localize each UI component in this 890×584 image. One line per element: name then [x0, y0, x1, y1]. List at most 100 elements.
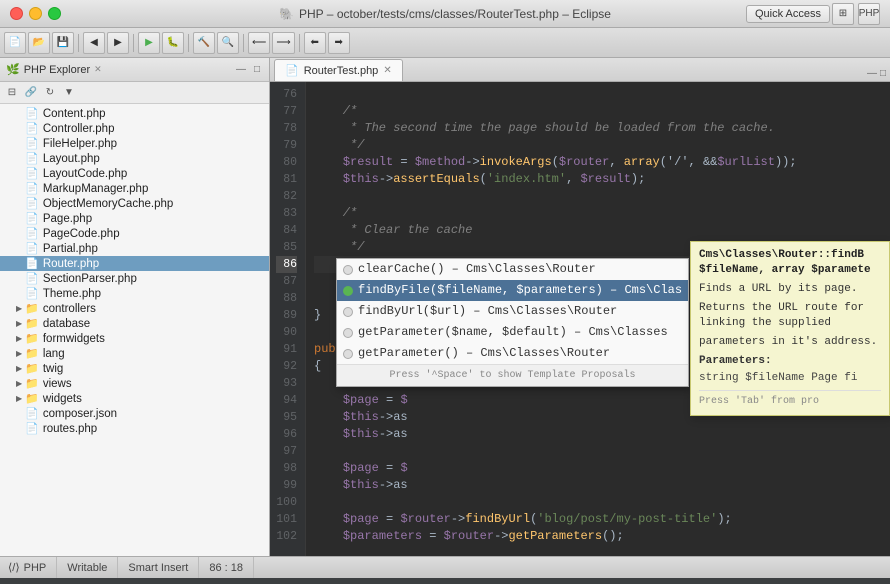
insert-mode-label: Smart Insert	[128, 562, 188, 574]
folder-icon: 📁	[25, 302, 39, 315]
code-editor[interactable]: 76 77 78 79 80 81 82 83 84 85 86 87 88 8…	[270, 82, 890, 556]
nav-next-button[interactable]: ➡	[328, 32, 350, 54]
autocomplete-label-1: findByFile($fileName, $parameters) – Cms…	[358, 282, 682, 299]
tab-close-button[interactable]: ✕	[383, 65, 391, 76]
maximize-editor-btn[interactable]: □	[880, 68, 886, 79]
autocomplete-item-4[interactable]: getParameter() – Cms\Classes\Router	[337, 343, 688, 364]
separator-1	[78, 34, 79, 52]
status-bar: ⟨/⟩ PHP Writable Smart Insert 86 : 18	[0, 556, 890, 578]
tree-item-views[interactable]: ▶📁views	[0, 376, 269, 391]
tab-php-icon: 📄	[285, 64, 299, 77]
php-explorer-icon: 🌿	[6, 63, 20, 76]
tree-item-FileHelper-php[interactable]: ▶📄FileHelper.php	[0, 136, 269, 151]
left-panel-toolbar: ⊟ 🔗 ↻ ▼	[0, 82, 269, 104]
separator-4	[243, 34, 244, 52]
tree-item-formwidgets[interactable]: ▶📁formwidgets	[0, 331, 269, 346]
minimize-editor-btn[interactable]: —	[867, 68, 877, 79]
tree-item-composer-json[interactable]: ▶📄composer.json	[0, 406, 269, 421]
tree-item-label: Page.php	[43, 213, 92, 225]
tree-item-twig[interactable]: ▶📁twig	[0, 361, 269, 376]
forward-button[interactable]: ▶	[107, 32, 129, 54]
tree-item-Layout-php[interactable]: ▶📄Layout.php	[0, 151, 269, 166]
autocomplete-label-4: getParameter() – Cms\Classes\Router	[358, 345, 610, 362]
autocomplete-item-3[interactable]: getParameter($name, $default) – Cms\Clas…	[337, 322, 688, 343]
right-panel: 📄 RouterTest.php ✕ — □ 76 77 78 79 80 81	[270, 58, 890, 556]
tree-item-Router-php[interactable]: ▶📄Router.php	[0, 256, 269, 271]
nav-prev-button[interactable]: ⬅	[304, 32, 326, 54]
tree-item-Partial-php[interactable]: ▶📄Partial.php	[0, 241, 269, 256]
tree-item-PageCode-php[interactable]: ▶📄PageCode.php	[0, 226, 269, 241]
open-button[interactable]: 📂	[28, 32, 50, 54]
code-line-102: $parameters = $router->getParameters();	[314, 528, 882, 545]
left-panel-controls: — □	[233, 63, 263, 76]
close-button[interactable]	[10, 7, 23, 20]
code-line-100	[314, 494, 882, 511]
autocomplete-item-2[interactable]: findByUrl($url) – Cms\Classes\Router	[337, 301, 688, 322]
minimize-button[interactable]	[29, 7, 42, 20]
tree-item-label: routes.php	[43, 423, 97, 435]
panel-minimize-btn[interactable]: —	[233, 63, 249, 76]
tree-item-Content-php[interactable]: ▶📄Content.php	[0, 106, 269, 121]
tree-item-label: FileHelper.php	[43, 138, 117, 150]
back-button[interactable]: ◀	[83, 32, 105, 54]
autocomplete-item-1[interactable]: findByFile($fileName, $parameters) – Cms…	[337, 280, 688, 301]
prev-edit-button[interactable]: ⟵	[248, 32, 270, 54]
tree-item-ObjectMemoryCache-php[interactable]: ▶📄ObjectMemoryCache.php	[0, 196, 269, 211]
maximize-button[interactable]	[48, 7, 61, 20]
code-line-76	[314, 86, 882, 103]
tree-item-routes-php[interactable]: ▶📄routes.php	[0, 421, 269, 436]
editor-tab-routertest[interactable]: 📄 RouterTest.php ✕	[274, 59, 403, 81]
file-icon: 📄	[25, 257, 39, 270]
tree-item-label: formwidgets	[43, 333, 105, 345]
refresh-button[interactable]: ↻	[41, 84, 59, 102]
left-panel-header: 🌿 PHP Explorer ✕ — □	[0, 58, 269, 82]
tree-item-MarkupManager-php[interactable]: ▶📄MarkupManager.php	[0, 181, 269, 196]
tree-item-Controller-php[interactable]: ▶📄Controller.php	[0, 121, 269, 136]
tree-arrow: ▶	[16, 304, 22, 313]
tree-item-widgets[interactable]: ▶📁widgets	[0, 391, 269, 406]
tree-item-LayoutCode-php[interactable]: ▶📄LayoutCode.php	[0, 166, 269, 181]
tree-item-lang[interactable]: ▶📁lang	[0, 346, 269, 361]
line-numbers: 76 77 78 79 80 81 82 83 84 85 86 87 88 8…	[270, 82, 306, 556]
debug-button[interactable]: 🐛	[162, 32, 184, 54]
code-line-101: $page = $router->findByUrl('blog/post/my…	[314, 511, 882, 528]
file-icon: 📄	[25, 107, 39, 120]
separator-5	[299, 34, 300, 52]
autocomplete-item-0[interactable]: clearCache() – Cms\Classes\Router	[337, 259, 688, 280]
main-content: 🌿 PHP Explorer ✕ — □ ⊟ 🔗 ↻ ▼ ▶📄Content.p…	[0, 58, 890, 556]
folder-icon: 📁	[25, 332, 39, 345]
file-icon: 📄	[25, 272, 39, 285]
tree-item-database[interactable]: ▶📁database	[0, 316, 269, 331]
tree-item-SectionParser-php[interactable]: ▶📄SectionParser.php	[0, 271, 269, 286]
autocomplete-dot-1	[343, 286, 353, 296]
code-line-98: $page = $	[314, 460, 882, 477]
php-perspective-button[interactable]: PHP	[858, 3, 880, 25]
window-controls	[10, 7, 61, 20]
link-editor-button[interactable]: 🔗	[22, 84, 40, 102]
next-edit-button[interactable]: ⟶	[272, 32, 294, 54]
code-line-96: $this->as	[314, 426, 882, 443]
title-bar: 🐘 PHP – october/tests/cms/classes/Router…	[0, 0, 890, 28]
code-line-83: /*	[314, 205, 882, 222]
perspective-button[interactable]: ⊞	[832, 3, 854, 25]
tree-item-label: lang	[43, 348, 65, 360]
file-icon: 📄	[25, 212, 39, 225]
tree-item-label: twig	[43, 363, 63, 375]
save-button[interactable]: 💾	[52, 32, 74, 54]
build-button[interactable]: 🔨	[193, 32, 215, 54]
new-button[interactable]: 📄	[4, 32, 26, 54]
tree-item-label: ObjectMemoryCache.php	[43, 198, 173, 210]
tree-arrow: ▶	[16, 319, 22, 328]
tree-item-Page-php[interactable]: ▶📄Page.php	[0, 211, 269, 226]
status-language: ⟨/⟩ PHP	[8, 557, 57, 578]
panel-maximize-btn[interactable]: □	[251, 63, 263, 76]
collapse-all-button[interactable]: ⊟	[3, 84, 21, 102]
tree-item-label: PageCode.php	[43, 228, 120, 240]
file-icon: 📄	[25, 182, 39, 195]
tree-item-controllers[interactable]: ▶📁controllers	[0, 301, 269, 316]
quick-access-button[interactable]: Quick Access	[746, 5, 830, 23]
run-button[interactable]: ▶	[138, 32, 160, 54]
tree-item-Theme-php[interactable]: ▶📄Theme.php	[0, 286, 269, 301]
search-button[interactable]: 🔍	[217, 32, 239, 54]
view-menu-button[interactable]: ▼	[60, 84, 78, 102]
